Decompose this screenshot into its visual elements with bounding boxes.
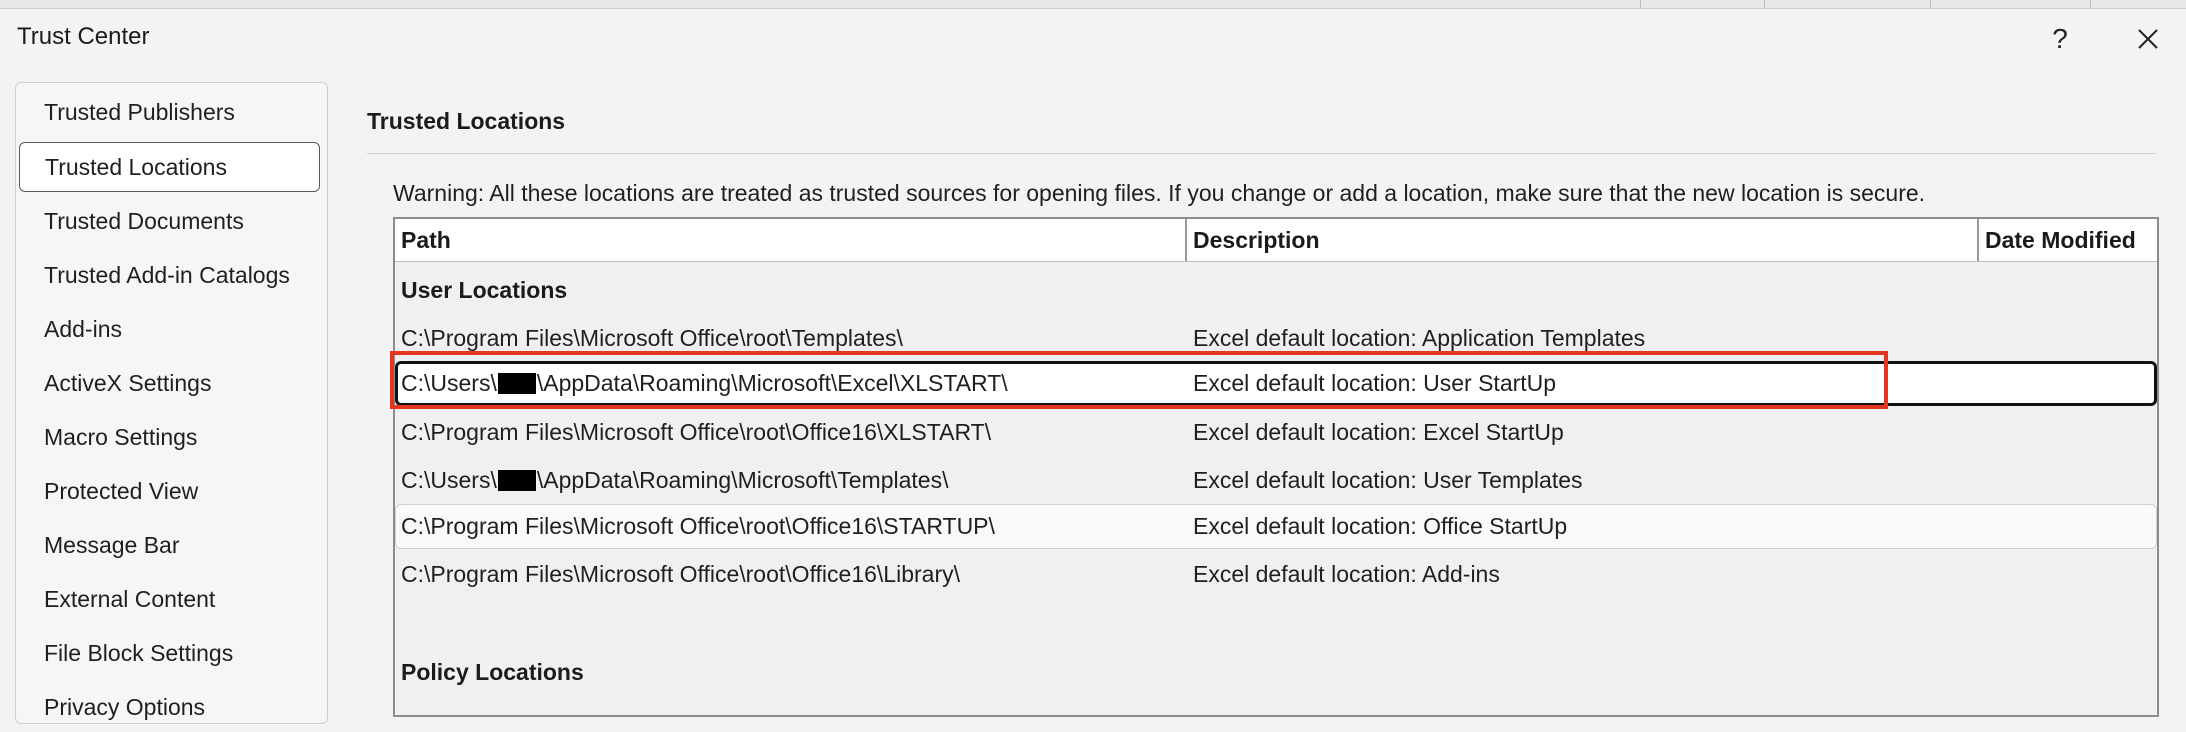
row-path-text: C:\Program Files\Microsoft Office\root\O… bbox=[401, 513, 995, 539]
group-label-policy-locations: Policy Locations bbox=[401, 659, 584, 685]
row-description: Excel default location: Add-ins bbox=[1193, 561, 1500, 587]
section-divider bbox=[367, 153, 2156, 154]
row-description: Excel default location: Excel StartUp bbox=[1193, 419, 1564, 445]
row-path-prefix: C:\Users\ bbox=[401, 467, 497, 493]
row-description: Excel default location: User Templates bbox=[1193, 467, 1583, 493]
table-header: Path Description Date Modified bbox=[395, 219, 2157, 262]
background-divider bbox=[1930, 0, 1931, 8]
sidebar-item-add-ins[interactable]: Add-ins bbox=[19, 304, 320, 354]
sidebar-item-trusted-publishers[interactable]: Trusted Publishers bbox=[19, 87, 320, 137]
sidebar-item-trusted-add-in-catalogs[interactable]: Trusted Add-in Catalogs bbox=[19, 250, 320, 300]
section-title: Trusted Locations bbox=[367, 108, 566, 134]
table-row[interactable]: C:\Program Files\Microsoft Office\root\O… bbox=[395, 552, 2157, 597]
sidebar-item-activex-settings[interactable]: ActiveX Settings bbox=[19, 358, 320, 408]
trusted-locations-table: Path Description Date Modified User Loca… bbox=[393, 217, 2159, 717]
row-path: C:\Program Files\Microsoft Office\root\O… bbox=[401, 410, 991, 455]
dialog-title: Trust Center bbox=[17, 23, 150, 50]
row-path: C:\Program Files\Microsoft Office\root\O… bbox=[401, 505, 995, 548]
table-row[interactable]: C:\Program Files\Microsoft Office\root\T… bbox=[395, 316, 2157, 361]
sidebar-item-macro-settings[interactable]: Macro Settings bbox=[19, 412, 320, 462]
row-path: C:\Program Files\Microsoft Office\root\T… bbox=[401, 316, 903, 361]
close-icon bbox=[2138, 29, 2158, 49]
column-header-description[interactable]: Description bbox=[1187, 219, 1979, 261]
column-header-path[interactable]: Path bbox=[395, 219, 1187, 261]
close-button[interactable] bbox=[2126, 19, 2170, 59]
column-header-date-modified[interactable]: Date Modified bbox=[1979, 219, 2157, 261]
table-row[interactable]: C:\Program Files\Microsoft Office\root\O… bbox=[395, 410, 2157, 455]
row-path-suffix: \AppData\Roaming\Microsoft\Templates\ bbox=[536, 467, 949, 493]
row-path: C:\Users\ \AppData\Roaming\Microsoft\Exce… bbox=[401, 364, 1008, 403]
row-path-text: C:\Program Files\Microsoft Office\root\O… bbox=[401, 561, 960, 587]
background-divider bbox=[1640, 0, 1641, 8]
row-description: Excel default location: Office StartUp bbox=[1193, 513, 1568, 539]
row-path-text: C:\Program Files\Microsoft Office\root\T… bbox=[401, 325, 903, 351]
row-path-suffix: \AppData\Roaming\Microsoft\Excel\XLSTART… bbox=[536, 370, 1008, 396]
row-path-prefix: C:\Users\ bbox=[401, 370, 497, 396]
sidebar-item-trusted-documents[interactable]: Trusted Documents bbox=[19, 196, 320, 246]
sidebar-item-message-bar[interactable]: Message Bar bbox=[19, 520, 320, 570]
sidebar-item-protected-view[interactable]: Protected View bbox=[19, 466, 320, 516]
row-path: C:\Program Files\Microsoft Office\root\O… bbox=[401, 552, 960, 597]
sidebar-item-privacy-options[interactable]: Privacy Options bbox=[19, 682, 320, 732]
background-divider bbox=[1764, 0, 1765, 8]
sidebar-item-trusted-locations[interactable]: Trusted Locations bbox=[19, 142, 320, 192]
background-divider bbox=[2090, 0, 2091, 8]
row-path: C:\Users\ \AppData\Roaming\Microsoft\Temp… bbox=[401, 458, 948, 503]
sidebar-item-file-block-settings[interactable]: File Block Settings bbox=[19, 628, 320, 678]
redaction-block bbox=[497, 470, 536, 491]
warning-text: Warning: All these locations are treated… bbox=[393, 180, 1926, 206]
trust-center-sidebar: Trusted Publishers Trusted Locations Tru… bbox=[15, 82, 328, 724]
table-row-selected[interactable]: C:\Users\ \AppData\Roaming\Microsoft\Exce… bbox=[395, 361, 2157, 406]
background-window-strip bbox=[0, 0, 2186, 8]
sidebar-item-external-content[interactable]: External Content bbox=[19, 574, 320, 624]
redaction-block bbox=[497, 373, 536, 394]
table-row-hover[interactable]: C:\Program Files\Microsoft Office\root\O… bbox=[395, 504, 2157, 549]
row-description: Excel default location: Application Temp… bbox=[1193, 325, 1646, 351]
group-label-user-locations: User Locations bbox=[401, 277, 568, 303]
help-button[interactable]: ? bbox=[2038, 19, 2082, 59]
table-row[interactable]: C:\Users\ \AppData\Roaming\Microsoft\Temp… bbox=[395, 458, 2157, 503]
row-path-text: C:\Program Files\Microsoft Office\root\O… bbox=[401, 419, 992, 445]
row-description: Excel default location: User StartUp bbox=[1193, 370, 1557, 396]
